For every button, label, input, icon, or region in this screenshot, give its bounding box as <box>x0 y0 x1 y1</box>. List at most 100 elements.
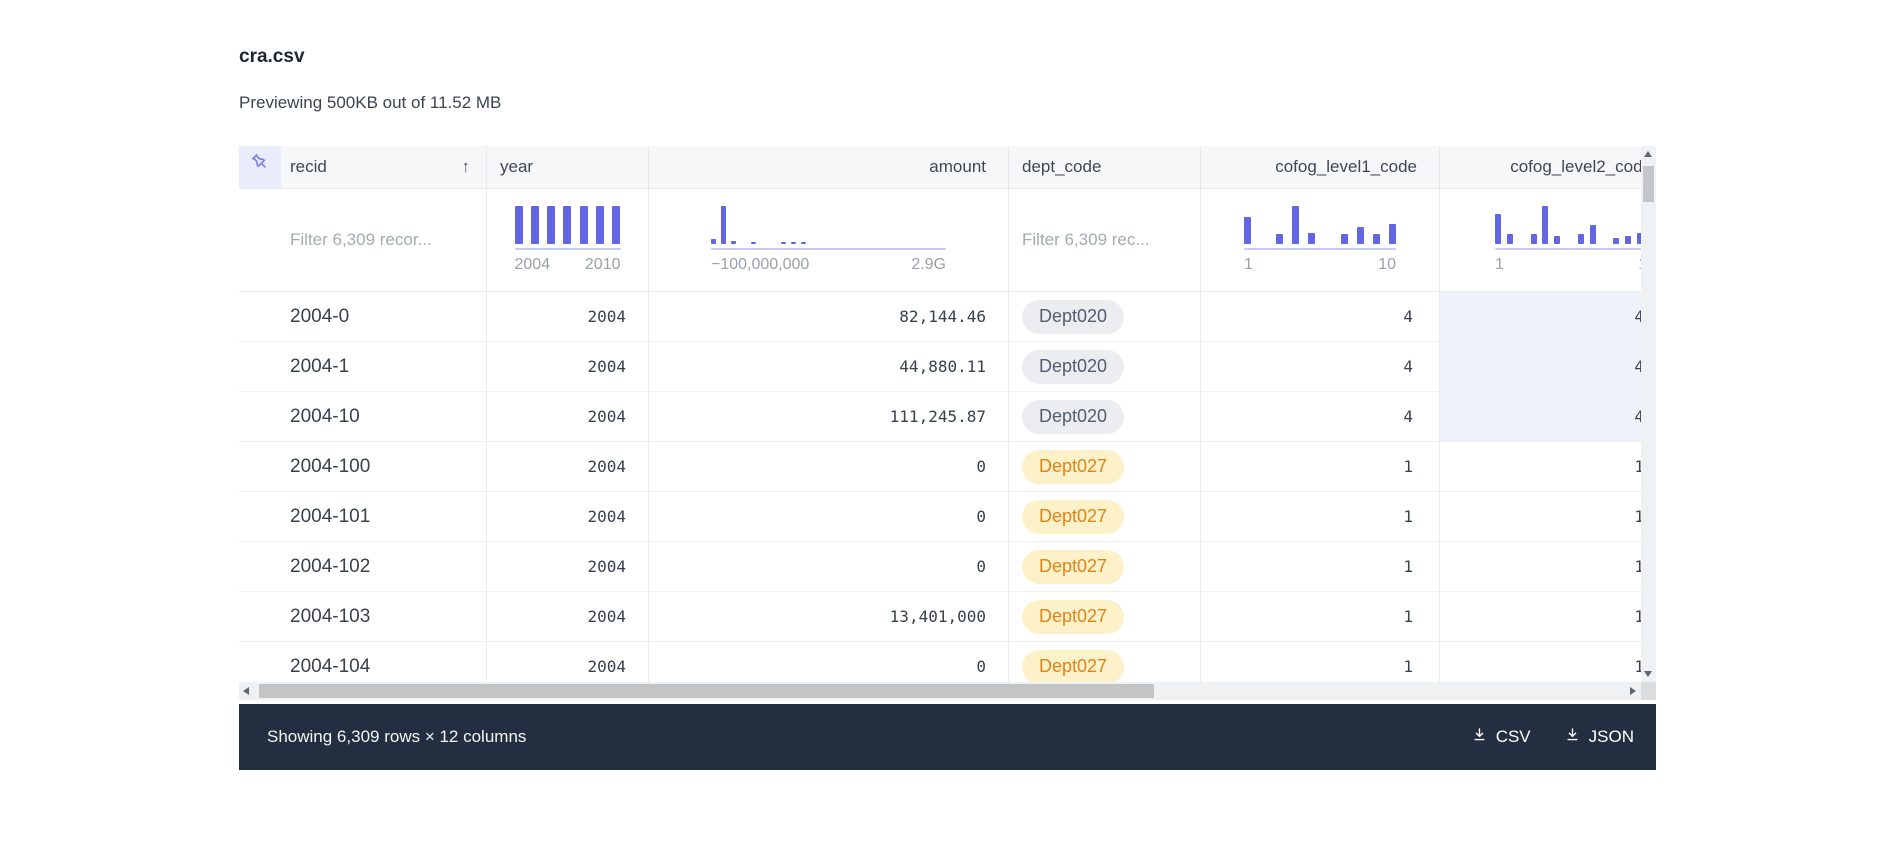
table-row: 2004-102 2004 0 Dept027 1 1 <box>239 542 1656 592</box>
cell-cofog-level2: 1 <box>1440 492 1656 541</box>
scrollbar-corner <box>1641 682 1656 700</box>
cofog-level1-histogram[interactable]: 1 10 <box>1244 206 1396 274</box>
cell-cofog-level2: 4 <box>1440 292 1656 341</box>
scroll-left-arrow-icon[interactable] <box>243 687 249 695</box>
filter-cell-amount: −100,000,000 2.9G <box>649 189 1009 291</box>
cell-year: 2004 <box>487 492 649 541</box>
dept-badge: Dept027 <box>1022 450 1124 484</box>
cell-recid: 2004-1 <box>239 342 487 391</box>
cell-cofog-level2: 4 <box>1440 342 1656 391</box>
cell-amount: 111,245.87 <box>649 392 1009 441</box>
cell-recid: 2004-102 <box>239 542 487 591</box>
scroll-down-arrow-icon[interactable] <box>1644 671 1652 677</box>
column-header-dept-code[interactable]: dept_code <box>1009 146 1201 188</box>
cell-year: 2004 <box>487 542 649 591</box>
download-json-button[interactable]: JSON <box>1565 727 1634 747</box>
filter-cell-year: 2004 2010 <box>487 189 649 291</box>
dept-badge: Dept020 <box>1022 350 1124 384</box>
cell-year: 2004 <box>487 642 649 682</box>
cell-dept-code: Dept027 <box>1009 442 1201 491</box>
cell-cofog-level2: 1 <box>1440 442 1656 491</box>
cell-amount: 0 <box>649 442 1009 491</box>
dept-badge: Dept027 <box>1022 550 1124 584</box>
table-row: 2004-101 2004 0 Dept027 1 1 <box>239 492 1656 542</box>
cell-cofog-level1: 1 <box>1201 542 1440 591</box>
hist-max-label: 2010 <box>585 256 621 274</box>
cell-year: 2004 <box>487 392 649 441</box>
amount-histogram[interactable]: −100,000,000 2.9G <box>711 206 946 274</box>
cell-recid: 2004-103 <box>239 592 487 641</box>
vertical-scrollbar-thumb[interactable] <box>1643 166 1654 202</box>
recid-filter-input[interactable] <box>239 189 486 291</box>
cell-year: 2004 <box>487 342 649 391</box>
histogram-baseline <box>1495 248 1655 250</box>
horizontal-scrollbar-thumb[interactable] <box>259 684 1154 698</box>
table-row: 2004-100 2004 0 Dept027 1 1 <box>239 442 1656 492</box>
dept-badge: Dept027 <box>1022 600 1124 634</box>
hist-max-label: 2.9G <box>911 256 946 274</box>
scroll-right-arrow-icon[interactable] <box>1630 687 1636 695</box>
cofog-level2-histogram[interactable]: 1 11 <box>1495 206 1655 274</box>
scroll-up-arrow-icon[interactable] <box>1644 151 1652 157</box>
filter-cell-dept-code <box>1009 189 1201 291</box>
preview-size-info: Previewing 500KB out of 11.52 MB <box>239 92 1882 114</box>
cell-amount: 0 <box>649 492 1009 541</box>
column-header-cofog-level1[interactable]: cofog_level1_code <box>1201 146 1440 188</box>
data-table: recid ↑ year amount dept_code cofog_leve… <box>239 146 1656 770</box>
cell-amount: 0 <box>649 542 1009 591</box>
table-viewport: recid ↑ year amount dept_code cofog_leve… <box>239 146 1656 682</box>
cell-dept-code: Dept020 <box>1009 392 1201 441</box>
cell-dept-code: Dept027 <box>1009 542 1201 591</box>
hist-max-label: 10 <box>1378 256 1396 274</box>
horizontal-scrollbar[interactable] <box>239 682 1656 700</box>
sort-ascending-icon[interactable]: ↑ <box>462 146 471 188</box>
table-row: 2004-1 2004 44,880.11 Dept020 4 4 <box>239 342 1656 392</box>
filter-cell-cofog-level2: 1 11 <box>1440 189 1656 291</box>
table-row: 2004-10 2004 111,245.87 Dept020 4 4 <box>239 392 1656 442</box>
cell-cofog-level2: 1 <box>1440 542 1656 591</box>
cell-amount: 82,144.46 <box>649 292 1009 341</box>
filter-cell-recid <box>239 189 487 291</box>
cell-dept-code: Dept027 <box>1009 642 1201 682</box>
table-row: 2004-103 2004 13,401,000 Dept027 1 1 <box>239 592 1656 642</box>
status-bar: Showing 6,309 rows × 12 columns CSV <box>239 704 1656 770</box>
dept-code-filter-input[interactable] <box>1009 189 1200 291</box>
dept-badge: Dept027 <box>1022 650 1124 683</box>
pin-column-button[interactable] <box>239 146 281 188</box>
cell-cofog-level1: 4 <box>1201 342 1440 391</box>
cell-amount: 13,401,000 <box>649 592 1009 641</box>
cell-amount: 0 <box>649 642 1009 682</box>
histogram-baseline <box>515 248 621 250</box>
cell-dept-code: Dept020 <box>1009 342 1201 391</box>
vertical-scrollbar[interactable] <box>1641 146 1656 682</box>
cell-cofog-level2: 1 <box>1440 642 1656 682</box>
table-header-row: recid ↑ year amount dept_code cofog_leve… <box>239 146 1656 189</box>
file-title: cra.csv <box>239 46 1882 68</box>
column-header-year[interactable]: year <box>487 146 649 188</box>
column-header-cofog-level2[interactable]: cofog_level2_code <box>1440 146 1656 188</box>
year-histogram[interactable]: 2004 2010 <box>515 206 621 274</box>
filter-row: 2004 2010 −100,000,000 2.9G <box>239 189 1656 292</box>
cell-cofog-level2: 1 <box>1440 592 1656 641</box>
dept-badge: Dept020 <box>1022 400 1124 434</box>
column-header-recid[interactable]: recid ↑ <box>281 146 487 188</box>
cell-cofog-level1: 1 <box>1201 492 1440 541</box>
cell-recid: 2004-101 <box>239 492 487 541</box>
dept-badge: Dept027 <box>1022 500 1124 534</box>
filter-cell-cofog-level1: 1 10 <box>1201 189 1440 291</box>
dept-badge: Dept020 <box>1022 300 1124 334</box>
download-icon <box>1472 727 1487 747</box>
download-csv-button[interactable]: CSV <box>1472 727 1531 747</box>
hist-min-label: 1 <box>1495 256 1504 274</box>
hist-min-label: 1 <box>1244 256 1253 274</box>
column-header-amount[interactable]: amount <box>649 146 1009 188</box>
cell-recid: 2004-0 <box>239 292 487 341</box>
cell-year: 2004 <box>487 592 649 641</box>
cell-cofog-level1: 1 <box>1201 442 1440 491</box>
download-icon <box>1565 727 1580 747</box>
cell-recid: 2004-100 <box>239 442 487 491</box>
table-row: 2004-0 2004 82,144.46 Dept020 4 4 <box>239 292 1656 342</box>
cell-dept-code: Dept027 <box>1009 492 1201 541</box>
cell-cofog-level1: 1 <box>1201 642 1440 682</box>
cell-recid: 2004-104 <box>239 642 487 682</box>
